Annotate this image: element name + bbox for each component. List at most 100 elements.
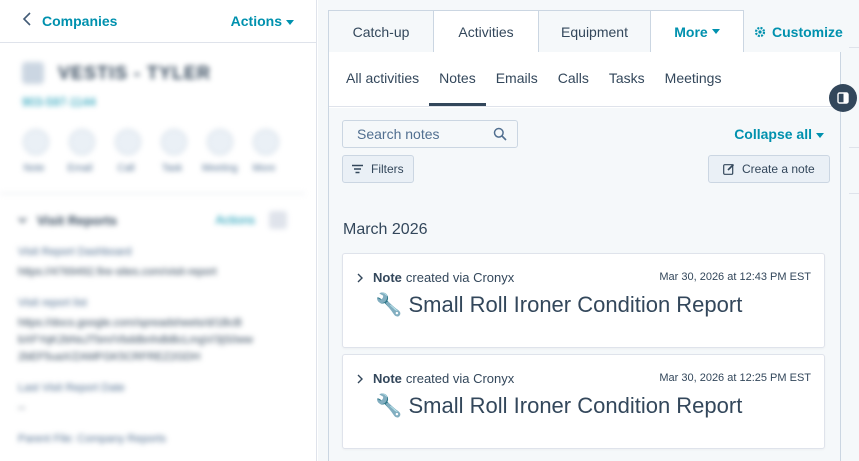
subtab-tasks[interactable]: Tasks [599, 68, 655, 106]
quick-action-label: Email [67, 163, 93, 174]
visit-reports-section: Visit Reports Actions Visit Report Dashb… [0, 193, 305, 461]
subtab-all-activities[interactable]: All activities [336, 68, 429, 106]
collapse-all-button[interactable]: Collapse all [734, 126, 824, 142]
quick-action-task[interactable]: Task [160, 129, 188, 174]
subtab-meetings[interactable]: Meetings [655, 68, 732, 106]
property-label: Visit Report Dashboard [18, 246, 132, 258]
filters-label: Filters [371, 162, 404, 176]
property-label: Visit report list [18, 297, 87, 309]
customize-label: Customize [772, 23, 843, 40]
phone-icon [115, 129, 141, 155]
customize-button[interactable]: Customize [754, 10, 843, 53]
property-value[interactable]: -- [18, 400, 287, 417]
property-parent-file: Parent File: Company Reports [18, 433, 287, 445]
record-tabs: Catch-up Activities Equipment More [328, 10, 744, 53]
calendar-icon [207, 129, 233, 155]
subtab-emails[interactable]: Emails [486, 68, 548, 106]
company-name: VESTIS - TYLER [58, 62, 212, 83]
tab-more-label: More [674, 23, 708, 40]
divider [849, 193, 859, 194]
search-notes-input[interactable] [357, 126, 493, 142]
note-timestamp: Mar 30, 2026 at 12:43 PM EST [659, 271, 811, 283]
quick-action-label: Meeting [202, 163, 238, 174]
property-label: Parent File: Company Reports [18, 433, 166, 445]
tab-label: Equipment [561, 23, 628, 40]
divider [849, 147, 859, 148]
quick-action-email[interactable]: Email [67, 129, 96, 174]
note-body: 🔧 Small Roll Ironer Condition Report [375, 292, 743, 317]
tab-more[interactable]: More [650, 10, 744, 53]
activity-subtabs: All activities Notes Emails Calls Tasks … [329, 52, 842, 107]
tab-catch-up[interactable]: Catch-up [328, 10, 434, 53]
note-source: created via Cronyx [405, 371, 515, 386]
note-header: Note created via Cronyx [357, 371, 514, 386]
company-title-row: VESTIS - TYLER [22, 59, 294, 87]
activities-panel: All activities Notes Emails Calls Tasks … [328, 52, 842, 461]
sidebar-header: Companies Actions [0, 0, 316, 43]
company-summary: VESTIS - TYLER 903-597-1144 Note Email C… [0, 43, 316, 190]
filter-icon [352, 164, 363, 174]
quick-action-call[interactable]: Call [114, 129, 142, 174]
caret-down-icon [816, 132, 824, 138]
collapse-all-label: Collapse all [734, 126, 812, 142]
property-value[interactable]: https://docs.google.com/spreadsheets/d/1… [18, 315, 287, 366]
panel-toggle-icon [837, 92, 849, 104]
note-type: Note [373, 371, 402, 386]
caret-down-icon [286, 19, 294, 25]
search-notes-box [342, 120, 518, 148]
quick-action-note[interactable]: Note [22, 129, 50, 174]
visit-reports-actions[interactable]: Actions [216, 213, 255, 227]
note-timestamp: Mar 30, 2026 at 12:25 PM EST [659, 372, 811, 384]
tab-label: Catch-up [352, 23, 410, 40]
subtab-calls[interactable]: Calls [548, 68, 599, 106]
companies-back-link[interactable]: Companies [42, 13, 231, 29]
visit-reports-header[interactable]: Visit Reports Actions [18, 210, 287, 230]
note-type: Note [373, 270, 402, 285]
property-last-visit-date: Last Visit Report Date -- [18, 382, 287, 417]
property-value[interactable]: https://4769492.fire-sites.com/visit-rep… [18, 264, 287, 281]
note-icon [23, 129, 49, 155]
create-note-label: Create a note [742, 162, 815, 176]
visit-reports-title: Visit Reports [37, 212, 117, 228]
company-logo [22, 62, 44, 84]
property-visit-report-list: Visit report list https://docs.google.co… [18, 297, 287, 366]
search-icon[interactable] [493, 127, 507, 141]
filters-button[interactable]: Filters [342, 155, 414, 183]
note-card[interactable]: Note created via Cronyx Mar 30, 2026 at … [342, 354, 825, 449]
quick-action-label: Call [117, 163, 135, 174]
month-heading: March 2026 [343, 221, 428, 238]
edit-note-icon [723, 163, 735, 175]
chevron-right-icon[interactable] [357, 374, 363, 384]
subtab-notes[interactable]: Notes [429, 68, 486, 106]
sidebar-actions-button[interactable]: Actions [231, 13, 294, 29]
tab-equipment[interactable]: Equipment [538, 10, 651, 53]
chevron-right-icon[interactable] [357, 273, 363, 283]
quick-action-meeting[interactable]: Meeting [202, 129, 238, 174]
tab-activities[interactable]: Activities [433, 10, 539, 53]
sidebar-toggle-button[interactable] [829, 84, 857, 112]
gear-icon[interactable] [269, 211, 287, 229]
sidebar-actions-label: Actions [230, 13, 282, 29]
quick-action-label: More [252, 163, 276, 174]
gear-icon [754, 26, 766, 37]
divider [849, 47, 859, 48]
company-phone[interactable]: 903-597-1144 [22, 95, 294, 109]
note-header: Note created via Cronyx [357, 270, 514, 285]
email-icon [69, 129, 95, 155]
quick-action-label: Task [161, 163, 183, 174]
notes-content: Collapse all Filters Create a note March… [329, 108, 840, 461]
quick-actions: Note Email Call Task Meeting More [22, 129, 294, 174]
create-note-button[interactable]: Create a note [708, 155, 830, 183]
task-icon [161, 129, 187, 155]
caret-down-icon [711, 29, 720, 34]
note-source: created via Cronyx [405, 270, 515, 285]
chevron-down-icon [18, 217, 27, 223]
more-icon [253, 129, 279, 155]
quick-action-more[interactable]: More [252, 129, 280, 174]
note-card[interactable]: Note created via Cronyx Mar 30, 2026 at … [342, 253, 825, 348]
quick-action-label: Note [23, 163, 45, 174]
chevron-left-icon[interactable] [22, 11, 32, 31]
note-body: 🔧 Small Roll Ironer Condition Report [375, 393, 743, 418]
tab-label: Activities [458, 23, 514, 40]
property-visit-dashboard: Visit Report Dashboard https://4769492.f… [18, 246, 287, 281]
